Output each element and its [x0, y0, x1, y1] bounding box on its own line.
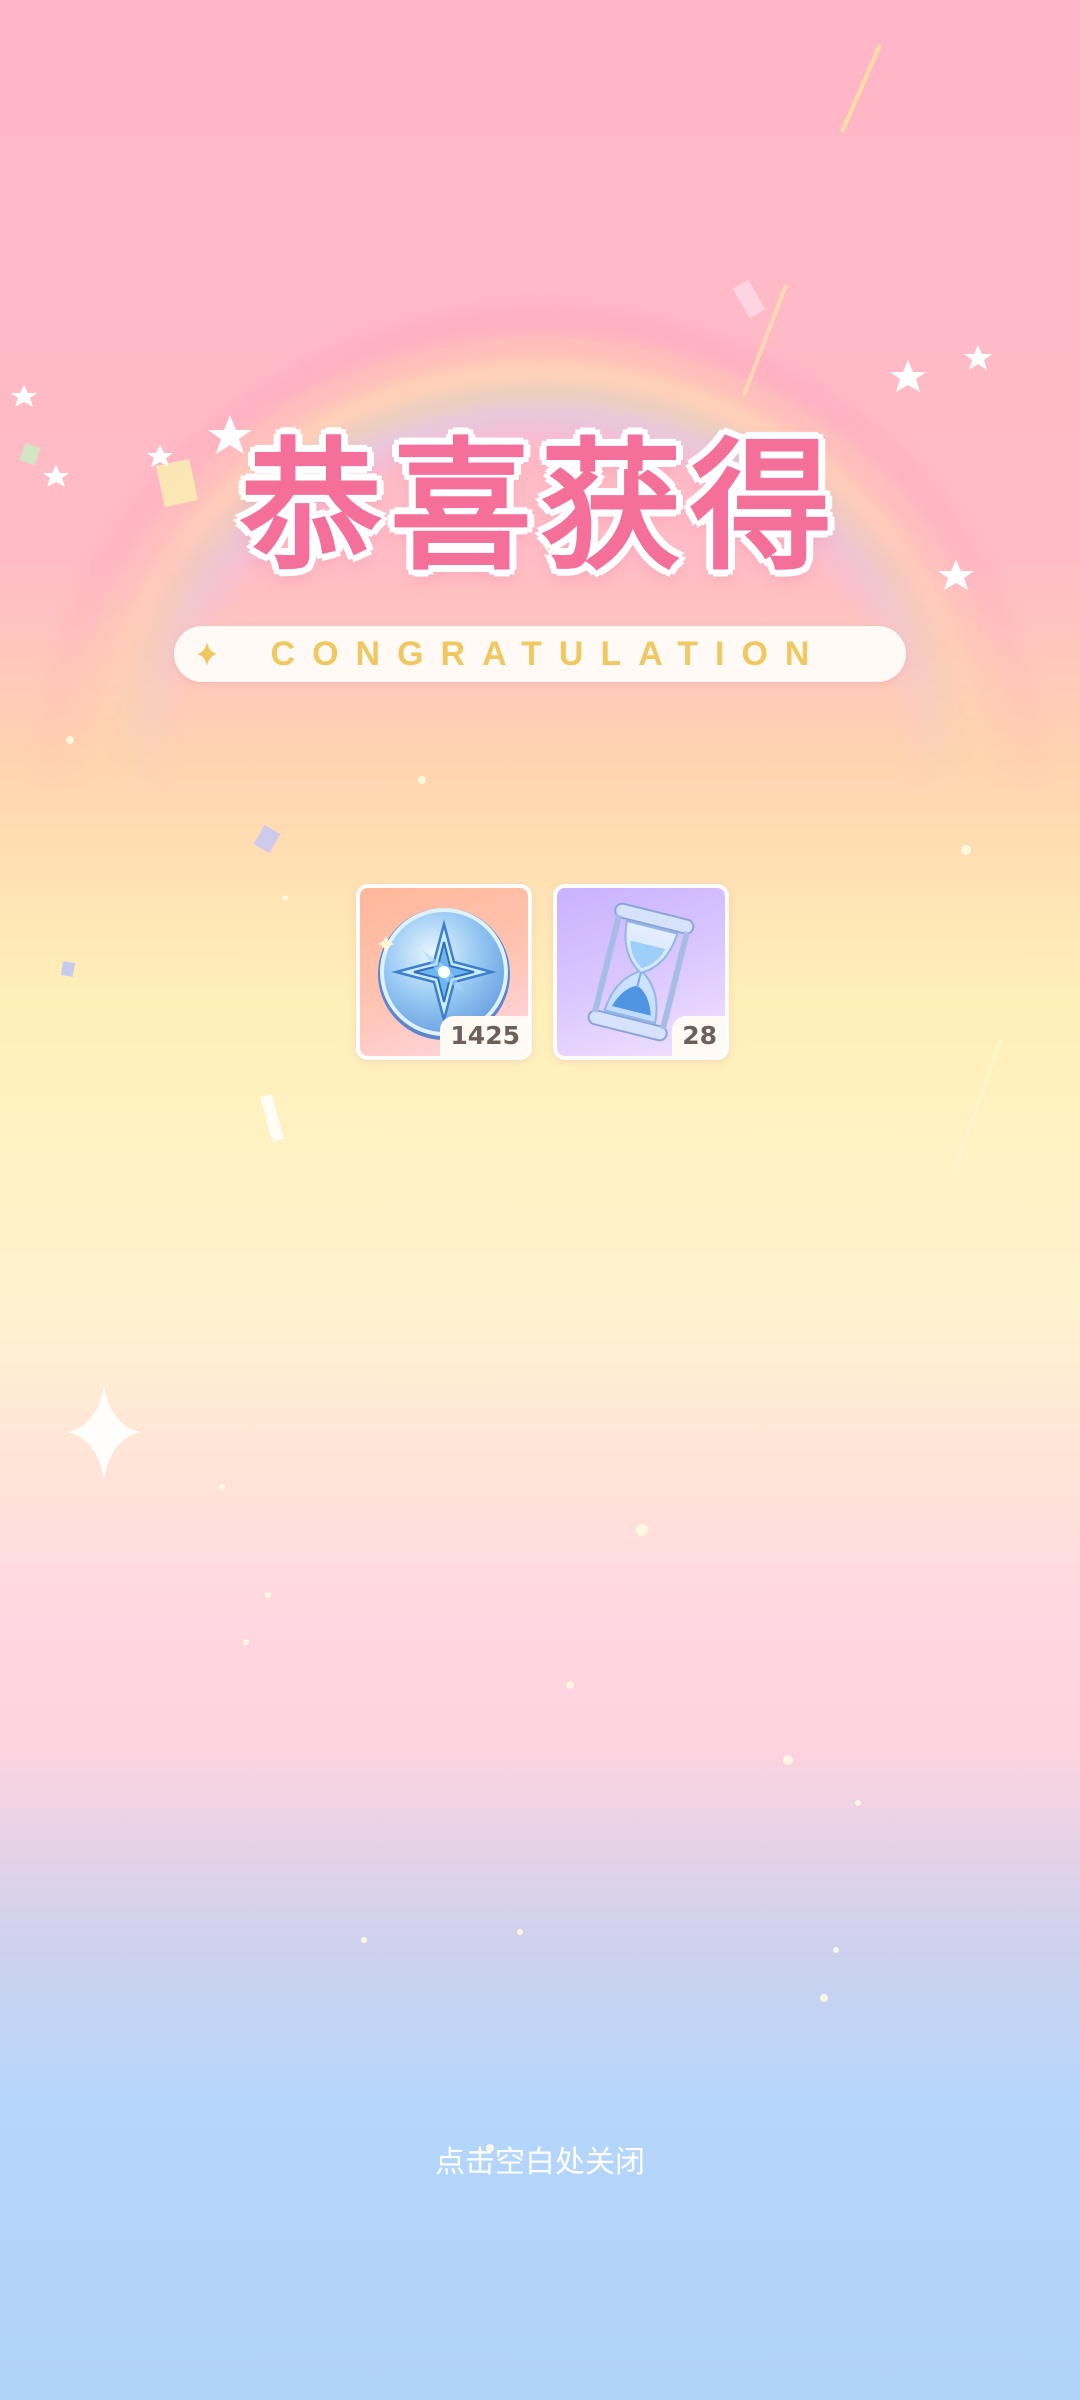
quantity-badge: 28 [672, 1016, 725, 1056]
page-title: 恭喜获得 [240, 425, 840, 590]
quantity-badge: 1425 [440, 1016, 528, 1056]
subtitle-text: CONGRATULATION [270, 635, 827, 673]
dismiss-backdrop[interactable] [0, 0, 1080, 2400]
sparkle-icon [197, 642, 217, 666]
reward-card[interactable]: 1425 [356, 884, 532, 1060]
close-hint[interactable]: 点击空白处关闭 [340, 2138, 740, 2188]
reward-card[interactable]: 28 [553, 884, 729, 1060]
